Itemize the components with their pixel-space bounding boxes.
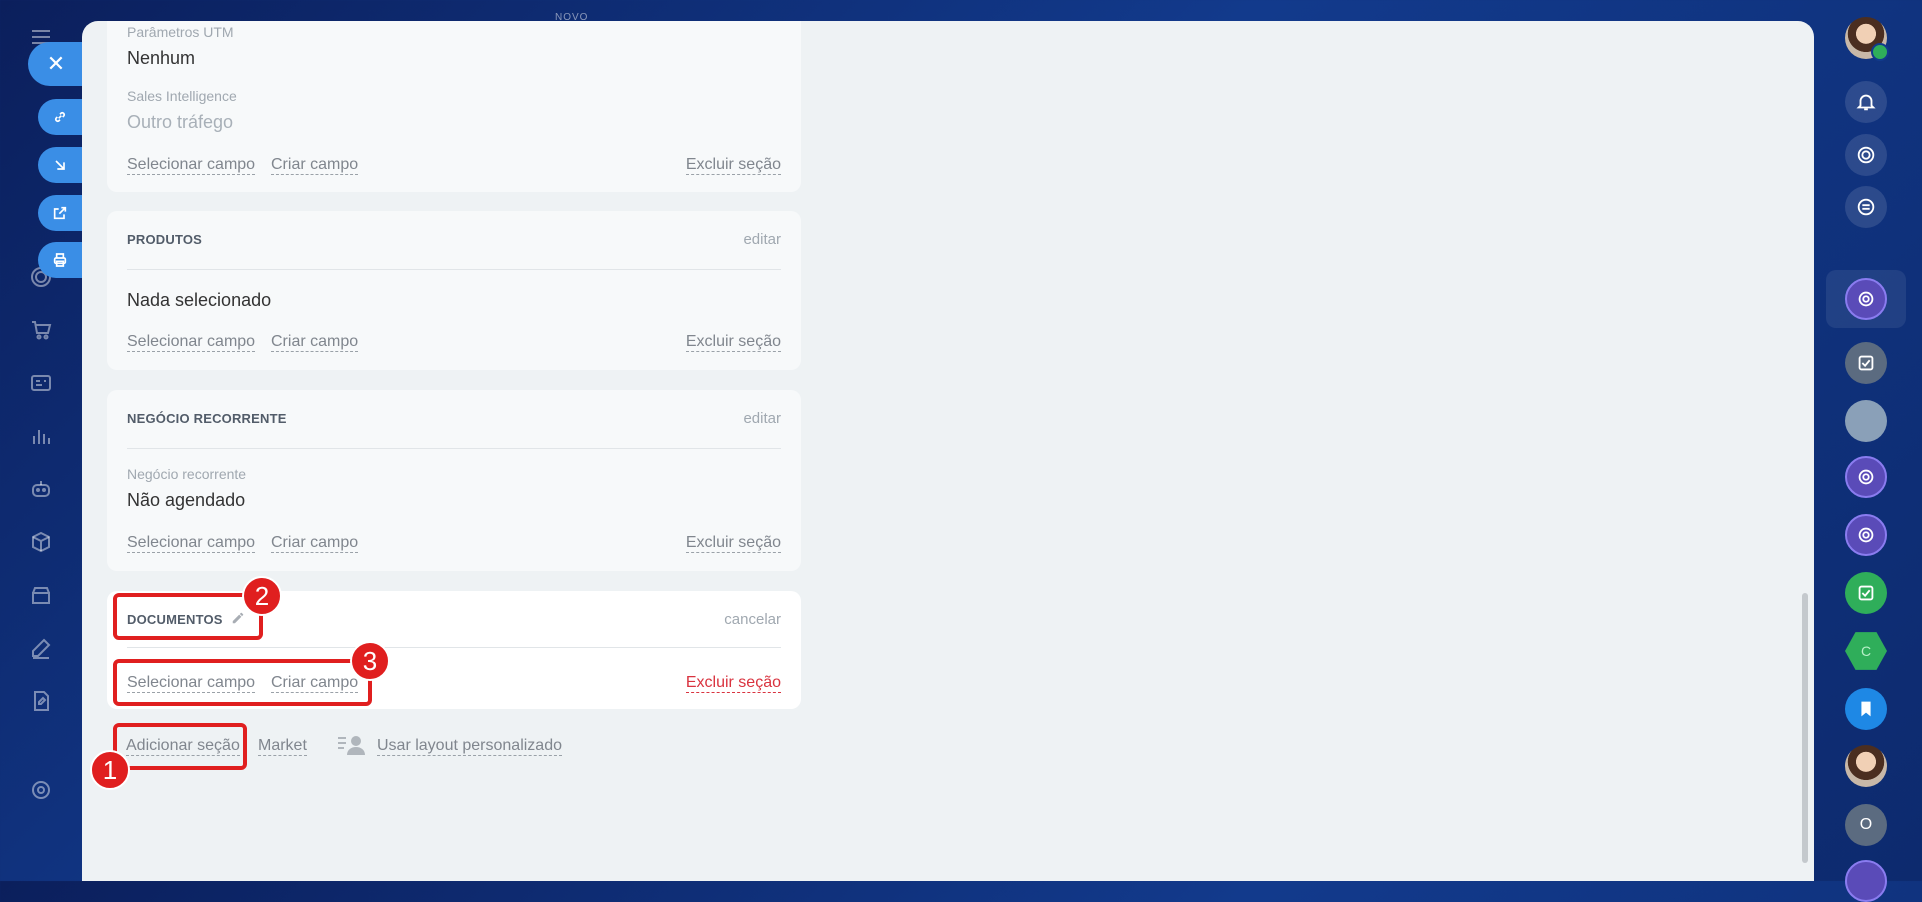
signature-icon[interactable] [26, 633, 56, 663]
select-field-link[interactable]: Selecionar campo [127, 333, 256, 352]
scrollbar[interactable] [1802, 593, 1808, 863]
annotation-badge-1: 1 [90, 750, 130, 790]
recurring-edit-link[interactable]: editar [743, 410, 781, 427]
settings-icon[interactable] [26, 775, 56, 805]
products-section-title: PRODUTOS [127, 232, 203, 247]
document-edit-icon[interactable] [26, 686, 56, 716]
import-button[interactable] [38, 147, 84, 183]
copy-link-button[interactable] [38, 99, 84, 135]
right-sidebar: C O [1812, 0, 1922, 902]
delete-section-link[interactable]: Excluir seção [685, 156, 781, 175]
products-section-card: PRODUTOS editar Nada selecionado Selecio… [107, 211, 801, 370]
recurring-field-value: Não agendado [127, 490, 246, 510]
print-button[interactable] [38, 242, 84, 278]
chat-arrows-icon [1857, 198, 1875, 216]
contact-initial: O [1859, 816, 1873, 833]
select-field-link[interactable]: Selecionar campo [127, 534, 256, 553]
copilot-chat-4[interactable] [1845, 860, 1887, 902]
select-field-link[interactable]: Selecionar campo [127, 156, 256, 175]
utm-section-card: Parâmetros UTM Nenhum Sales Intelligence… [107, 21, 801, 192]
copilot-chat-1[interactable] [1845, 278, 1887, 320]
group-chat-avatar[interactable] [1845, 400, 1887, 442]
delete-section-link[interactable]: Excluir seção [685, 333, 781, 352]
chat-button[interactable] [1845, 186, 1887, 228]
bookmark-icon [1861, 701, 1871, 717]
task-chat-1[interactable] [1845, 342, 1887, 384]
use-custom-layout-link[interactable]: Usar layout personalizado [377, 737, 562, 756]
close-button[interactable]: ✕ [28, 42, 84, 86]
annotation-box-1 [113, 723, 247, 770]
create-field-link[interactable]: Criar campo [271, 534, 359, 553]
arrow-down-right-icon [55, 160, 65, 170]
annotation-box-2 [113, 593, 263, 640]
online-status-icon [1871, 43, 1889, 61]
products-value: Nada selecionado [127, 290, 272, 310]
chart-icon[interactable] [26, 421, 56, 451]
user-avatar[interactable] [1845, 17, 1889, 61]
spiral-icon [1857, 146, 1875, 164]
create-field-link[interactable]: Criar campo [271, 333, 359, 352]
box-icon[interactable] [26, 527, 56, 557]
spiral-icon [1858, 291, 1874, 307]
bookmark-chat-button[interactable] [1845, 688, 1887, 730]
spiral-icon [1858, 527, 1874, 543]
checkbox-icon [1858, 355, 1874, 371]
contact-avatar[interactable] [1845, 745, 1887, 787]
open-external-button[interactable] [38, 195, 84, 231]
close-icon: ✕ [46, 51, 66, 76]
spiral-icon [1858, 469, 1874, 485]
recurring-section-header: NEGÓCIO RECORRENTE editar [127, 390, 781, 449]
deal-detail-panel: Parâmetros UTM Nenhum Sales Intelligence… [82, 21, 1814, 881]
copilot-chat-2[interactable] [1845, 456, 1887, 498]
contact-initial-avatar[interactable]: O [1845, 804, 1887, 846]
sales-intelligence-value: Outro tráfego [127, 112, 234, 132]
store-icon[interactable] [26, 580, 56, 610]
collab-letter: C [1860, 643, 1872, 659]
delete-section-link[interactable]: Excluir seção [685, 674, 781, 693]
task-chat-2[interactable] [1845, 572, 1887, 614]
bell-icon [1856, 94, 1876, 111]
cart-icon[interactable] [26, 315, 56, 345]
collab-chat-button[interactable]: C [1845, 632, 1887, 670]
utm-params-label: Parâmetros UTM [127, 24, 234, 40]
checkbox-icon [1858, 585, 1874, 601]
external-link-icon [53, 206, 67, 220]
products-section-header: PRODUTOS editar [127, 211, 781, 270]
annotation-box-3 [113, 659, 372, 706]
annotation-badge-2: 2 [242, 576, 282, 616]
annotation-badge-3: 3 [350, 641, 390, 681]
products-edit-link[interactable]: editar [743, 231, 781, 248]
recurring-deal-section-card: NEGÓCIO RECORRENTE editar Negócio recorr… [107, 390, 801, 571]
contact-card-icon[interactable] [26, 368, 56, 398]
copilot-button[interactable] [1845, 134, 1887, 176]
create-field-link[interactable]: Criar campo [271, 156, 359, 175]
printer-icon [53, 253, 67, 267]
documents-cancel-link[interactable]: cancelar [724, 611, 781, 628]
left-sidebar: ✕ [0, 0, 84, 881]
link-icon [54, 111, 66, 123]
copilot-chat-3[interactable] [1845, 514, 1887, 556]
recurring-field-label: Negócio recorrente [127, 466, 247, 482]
recurring-section-title: NEGÓCIO RECORRENTE [127, 411, 287, 426]
delete-section-link[interactable]: Excluir seção [685, 534, 781, 553]
robot-icon[interactable] [26, 474, 56, 504]
market-link[interactable]: Market [258, 737, 307, 756]
user-list-icon [338, 736, 365, 755]
sales-intelligence-label: Sales Intelligence [127, 88, 237, 104]
notifications-button[interactable] [1845, 81, 1887, 123]
utm-params-value: Nenhum [127, 48, 196, 68]
